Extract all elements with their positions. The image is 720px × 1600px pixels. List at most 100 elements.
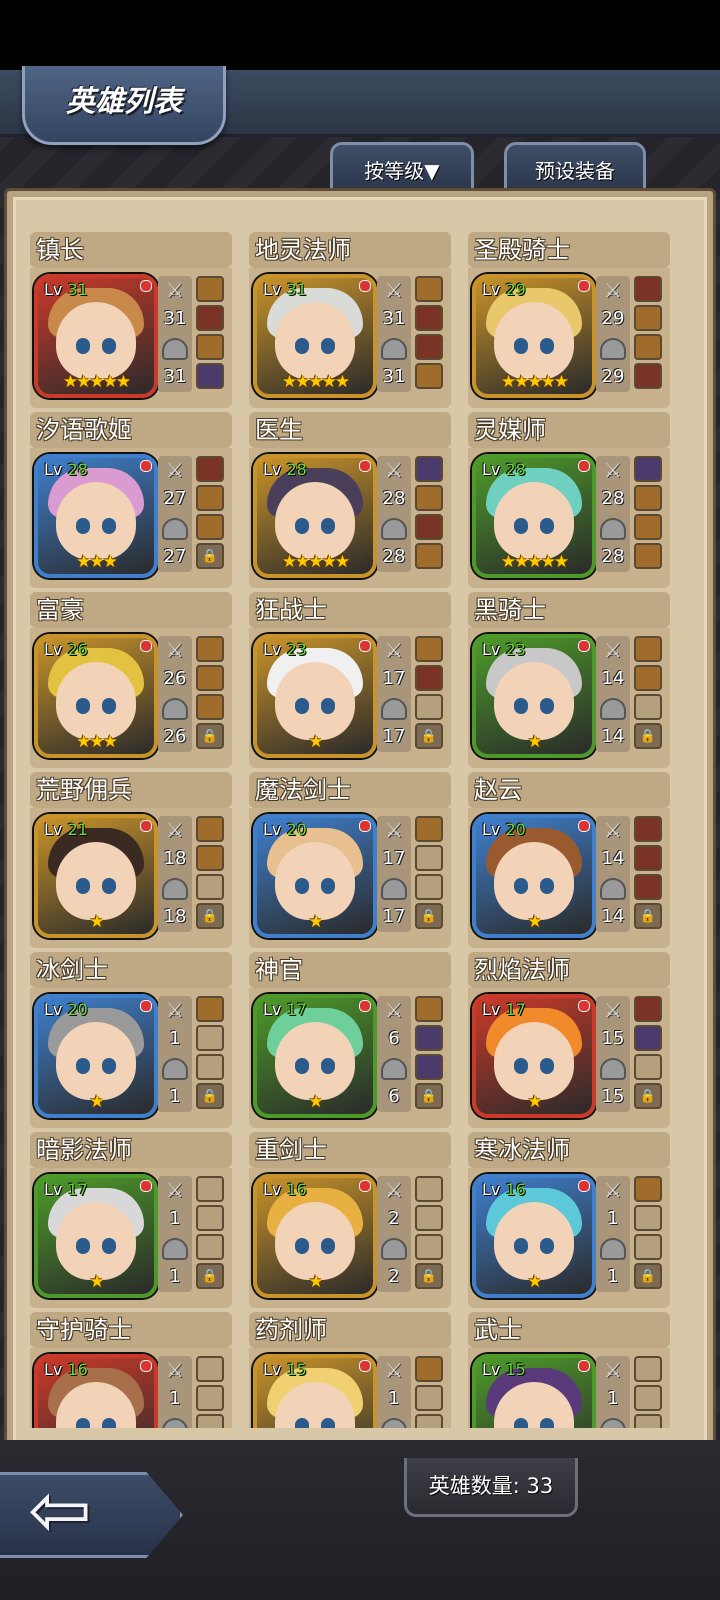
equipment-item-icon[interactable] [415, 514, 443, 540]
equipment-item-icon[interactable] [634, 1176, 662, 1202]
equipment-item-icon[interactable] [196, 816, 224, 842]
equipment-item-icon[interactable] [415, 996, 443, 1022]
hero-portrait[interactable]: Lv 20 ★ [253, 814, 377, 938]
hero-card[interactable]: 药剂师Lv 15★⚔11 [249, 1312, 451, 1428]
hero-card[interactable]: 暗影法师 Lv 17 ★ ⚔ 1 1 [30, 1132, 232, 1308]
hero-portrait[interactable]: Lv 28 ★★★ [34, 454, 158, 578]
hero-portrait[interactable]: Lv 23 ★ [472, 634, 596, 758]
empty-equipment-slot[interactable] [196, 1176, 224, 1202]
equipment-item-icon[interactable] [415, 1356, 443, 1382]
hero-grid[interactable]: 镇长 Lv 31 ★★★★★ ⚔ 31 31 地灵法师 Lv 31 ★★★★★ ⚔ 31 31 圣殿骑士… [30, 232, 690, 1428]
equipment-item-icon[interactable] [415, 334, 443, 360]
equipment-item-icon[interactable] [196, 456, 224, 482]
hero-portrait[interactable]: Lv 28 ★★★★★ [472, 454, 596, 578]
empty-equipment-slot[interactable] [196, 874, 224, 900]
empty-equipment-slot[interactable] [634, 1385, 662, 1411]
hero-card[interactable]: 汐语歌姬 Lv 28 ★★★ ⚔ 27 27 [30, 412, 232, 588]
equipment-item-icon[interactable] [634, 874, 662, 900]
equipment-item-icon[interactable] [415, 485, 443, 511]
equipment-item-icon[interactable] [634, 816, 662, 842]
empty-equipment-slot[interactable] [196, 1356, 224, 1382]
hero-portrait[interactable]: Lv 15★ [253, 1354, 377, 1428]
hero-portrait[interactable]: Lv 17 ★ [253, 994, 377, 1118]
hero-portrait[interactable]: Lv 23 ★ [253, 634, 377, 758]
empty-equipment-slot[interactable] [196, 1205, 224, 1231]
empty-equipment-slot[interactable] [196, 1414, 224, 1428]
equipment-item-icon[interactable] [415, 1025, 443, 1051]
hero-card[interactable]: 地灵法师 Lv 31 ★★★★★ ⚔ 31 31 [249, 232, 451, 408]
empty-equipment-slot[interactable] [415, 1234, 443, 1260]
hero-portrait[interactable]: Lv 20 ★ [472, 814, 596, 938]
equipment-item-icon[interactable] [415, 636, 443, 662]
equipment-item-icon[interactable] [196, 845, 224, 871]
empty-equipment-slot[interactable] [415, 694, 443, 720]
empty-equipment-slot[interactable] [415, 874, 443, 900]
equipment-item-icon[interactable] [634, 334, 662, 360]
equipment-item-icon[interactable] [634, 514, 662, 540]
hero-card[interactable]: 赵云 Lv 20 ★ ⚔ 14 14 [468, 772, 670, 948]
hero-card[interactable]: 重剑士 Lv 16 ★ ⚔ 2 2 [249, 1132, 451, 1308]
empty-equipment-slot[interactable] [634, 1414, 662, 1428]
equipment-item-icon[interactable] [196, 363, 224, 389]
empty-equipment-slot[interactable] [634, 1234, 662, 1260]
equipment-item-icon[interactable] [415, 665, 443, 691]
equipment-item-icon[interactable] [196, 665, 224, 691]
empty-equipment-slot[interactable] [415, 1176, 443, 1202]
hero-portrait[interactable]: Lv 29 ★★★★★ [472, 274, 596, 398]
hero-card[interactable]: 烈焰法师 Lv 17 ★ ⚔ 15 15 [468, 952, 670, 1128]
hero-card[interactable]: 镇长 Lv 31 ★★★★★ ⚔ 31 31 [30, 232, 232, 408]
hero-portrait[interactable]: Lv 17 ★ [472, 994, 596, 1118]
hero-card[interactable]: 寒冰法师 Lv 16 ★ ⚔ 1 1 [468, 1132, 670, 1308]
back-arrow-icon[interactable]: ⇦ [28, 1470, 92, 1550]
empty-equipment-slot[interactable] [415, 845, 443, 871]
empty-equipment-slot[interactable] [634, 1054, 662, 1080]
equipment-item-icon[interactable] [634, 636, 662, 662]
equipment-item-icon[interactable] [415, 456, 443, 482]
equipment-item-icon[interactable] [415, 816, 443, 842]
hero-card[interactable]: 武士Lv 15★⚔11 [468, 1312, 670, 1428]
equipment-item-icon[interactable] [196, 334, 224, 360]
empty-equipment-slot[interactable] [196, 1054, 224, 1080]
empty-equipment-slot[interactable] [634, 694, 662, 720]
equipment-item-icon[interactable] [196, 485, 224, 511]
hero-portrait[interactable]: Lv 16★ [253, 1174, 377, 1298]
equipment-item-icon[interactable] [196, 276, 224, 302]
equipment-item-icon[interactable] [634, 1025, 662, 1051]
hero-card[interactable]: 灵媒师 Lv 28 ★★★★★ ⚔ 28 28 [468, 412, 670, 588]
hero-portrait[interactable]: Lv 16★ [34, 1354, 158, 1428]
hero-card[interactable]: 圣殿骑士 Lv 29 ★★★★★ ⚔ 29 29 [468, 232, 670, 408]
hero-card[interactable]: 守护骑士Lv 16★⚔11 [30, 1312, 232, 1428]
empty-equipment-slot[interactable] [634, 1205, 662, 1231]
equipment-item-icon[interactable] [196, 694, 224, 720]
equipment-item-icon[interactable] [634, 996, 662, 1022]
hero-card[interactable]: 冰剑士 Lv 20 ★ ⚔ 1 1 [30, 952, 232, 1128]
empty-equipment-slot[interactable] [196, 1234, 224, 1260]
empty-equipment-slot[interactable] [196, 1385, 224, 1411]
hero-card[interactable]: 医生 Lv 28 ★★★★★ ⚔ 28 28 [249, 412, 451, 588]
hero-card[interactable]: 神官 Lv 17 ★ ⚔ 6 6 [249, 952, 451, 1128]
equipment-item-icon[interactable] [415, 305, 443, 331]
hero-card[interactable]: 狂战士 Lv 23 ★ ⚔ 17 17 [249, 592, 451, 768]
hero-portrait[interactable]: Lv 31 ★★★★★ [34, 274, 158, 398]
equipment-item-icon[interactable] [415, 543, 443, 569]
equipment-item-icon[interactable] [634, 665, 662, 691]
equipment-item-icon[interactable] [196, 305, 224, 331]
equipment-item-icon[interactable] [634, 845, 662, 871]
hero-portrait[interactable]: Lv 20 ★ [34, 994, 158, 1118]
hero-portrait[interactable]: Lv 31 ★★★★★ [253, 274, 377, 398]
hero-portrait[interactable]: Lv 15★ [472, 1354, 596, 1428]
hero-portrait[interactable]: Lv 28 ★★★★★ [253, 454, 377, 578]
equipment-item-icon[interactable] [415, 363, 443, 389]
empty-equipment-slot[interactable] [415, 1414, 443, 1428]
hero-card[interactable]: 富豪 Lv 26 ★★★ ⚔ 26 26 [30, 592, 232, 768]
equipment-item-icon[interactable] [415, 1054, 443, 1080]
hero-card[interactable]: 荒野佣兵 Lv 21 ★ ⚔ 18 18 [30, 772, 232, 948]
hero-card[interactable]: 黑骑士 Lv 23 ★ ⚔ 14 14 [468, 592, 670, 768]
hero-portrait[interactable]: Lv 16★ [472, 1174, 596, 1298]
empty-equipment-slot[interactable] [196, 1025, 224, 1051]
hero-portrait[interactable]: Lv 26 ★★★ [34, 634, 158, 758]
empty-equipment-slot[interactable] [634, 1356, 662, 1382]
empty-equipment-slot[interactable] [415, 1385, 443, 1411]
equipment-item-icon[interactable] [634, 456, 662, 482]
equipment-item-icon[interactable] [634, 363, 662, 389]
